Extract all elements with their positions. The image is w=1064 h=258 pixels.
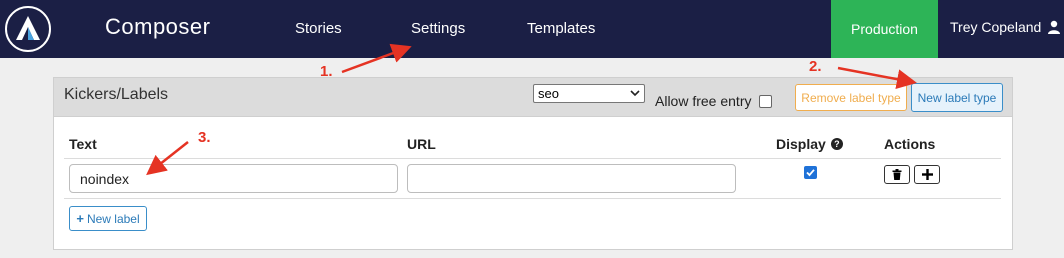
checkmark-icon bbox=[806, 169, 815, 177]
environment-badge[interactable]: Production bbox=[831, 0, 938, 58]
top-navbar: Composer Stories Settings Templates Prod… bbox=[0, 0, 1064, 58]
annotation-number-2: 2. bbox=[809, 58, 822, 75]
logo-icon bbox=[16, 16, 40, 40]
trash-icon bbox=[892, 169, 902, 180]
new-label-button[interactable]: + New label bbox=[69, 206, 147, 231]
nav-stories[interactable]: Stories bbox=[295, 20, 342, 37]
new-label-button-label: New label bbox=[86, 211, 140, 226]
column-header-display: Display ? bbox=[776, 136, 843, 152]
kickers-labels-panel: Kickers/Labels seo Allow free entry Remo… bbox=[53, 77, 1013, 250]
add-label-button[interactable] bbox=[914, 165, 940, 184]
free-entry-label: Allow free entry bbox=[655, 93, 752, 109]
remove-label-type-button[interactable]: Remove label type bbox=[795, 84, 907, 111]
user-icon bbox=[1048, 20, 1061, 34]
help-icon[interactable]: ? bbox=[830, 138, 843, 150]
label-text-input[interactable]: noindex bbox=[69, 164, 398, 193]
column-header-text: Text bbox=[69, 136, 97, 152]
panel-header: Kickers/Labels seo Allow free entry Remo… bbox=[54, 78, 1012, 117]
label-type-select-value: seo bbox=[538, 86, 559, 101]
free-entry-checkbox[interactable] bbox=[759, 94, 773, 108]
display-checkbox[interactable] bbox=[804, 166, 817, 179]
column-header-url: URL bbox=[407, 136, 436, 152]
plus-icon: + bbox=[76, 211, 84, 226]
user-name: Trey Copeland bbox=[950, 19, 1042, 35]
nav-templates[interactable]: Templates bbox=[527, 20, 595, 37]
table-divider bbox=[64, 158, 1001, 159]
chevron-down-icon bbox=[630, 90, 640, 97]
app-logo[interactable] bbox=[5, 6, 51, 52]
plus-icon bbox=[921, 169, 933, 180]
delete-label-button[interactable] bbox=[884, 165, 910, 184]
nav-settings[interactable]: Settings bbox=[411, 20, 465, 37]
label-type-select[interactable]: seo bbox=[533, 84, 645, 103]
free-entry-toggle: Allow free entry bbox=[655, 93, 773, 109]
annotation-number-1: 1. bbox=[320, 63, 333, 80]
app-brand[interactable]: Composer bbox=[105, 14, 210, 40]
annotation-number-3: 3. bbox=[198, 129, 211, 146]
column-header-display-label: Display bbox=[776, 136, 826, 152]
new-label-type-button[interactable]: New label type bbox=[911, 83, 1003, 112]
label-url-input[interactable] bbox=[407, 164, 736, 193]
column-header-actions: Actions bbox=[884, 136, 936, 152]
table-divider bbox=[64, 198, 1001, 199]
user-menu[interactable]: Trey Copeland bbox=[950, 19, 1061, 35]
panel-title: Kickers/Labels bbox=[64, 86, 169, 103]
environment-label: Production bbox=[851, 21, 918, 37]
